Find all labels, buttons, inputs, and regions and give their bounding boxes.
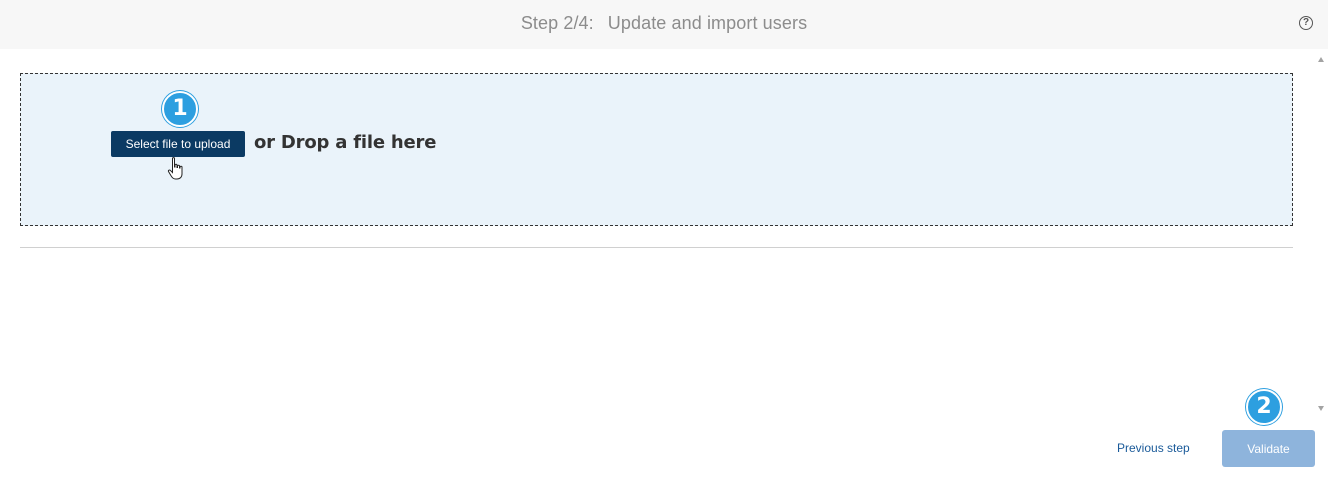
previous-step-link[interactable]: Previous step (1117, 441, 1190, 455)
page-header: Step 2/4: Update and import users ? (0, 0, 1328, 49)
step-badge-1: 1 (162, 91, 198, 127)
hand-cursor-icon (167, 157, 183, 180)
scroll-up-arrow-icon[interactable] (1318, 57, 1324, 62)
help-icon[interactable]: ? (1299, 16, 1313, 30)
drop-file-hint: or Drop a file here (254, 132, 437, 153)
step-badge-2: 2 (1246, 389, 1282, 425)
step-indicator: Step 2/4: (520, 13, 594, 33)
select-file-button[interactable]: Select file to upload (111, 131, 245, 157)
validate-button[interactable]: Validate (1222, 430, 1315, 467)
scroll-down-arrow-icon[interactable] (1318, 406, 1324, 411)
vertical-scrollbar[interactable] (1315, 49, 1328, 415)
page-title: Step 2/4: Update and import users (0, 13, 1328, 34)
divider (20, 247, 1293, 248)
step-title: Update and import users (607, 13, 808, 33)
